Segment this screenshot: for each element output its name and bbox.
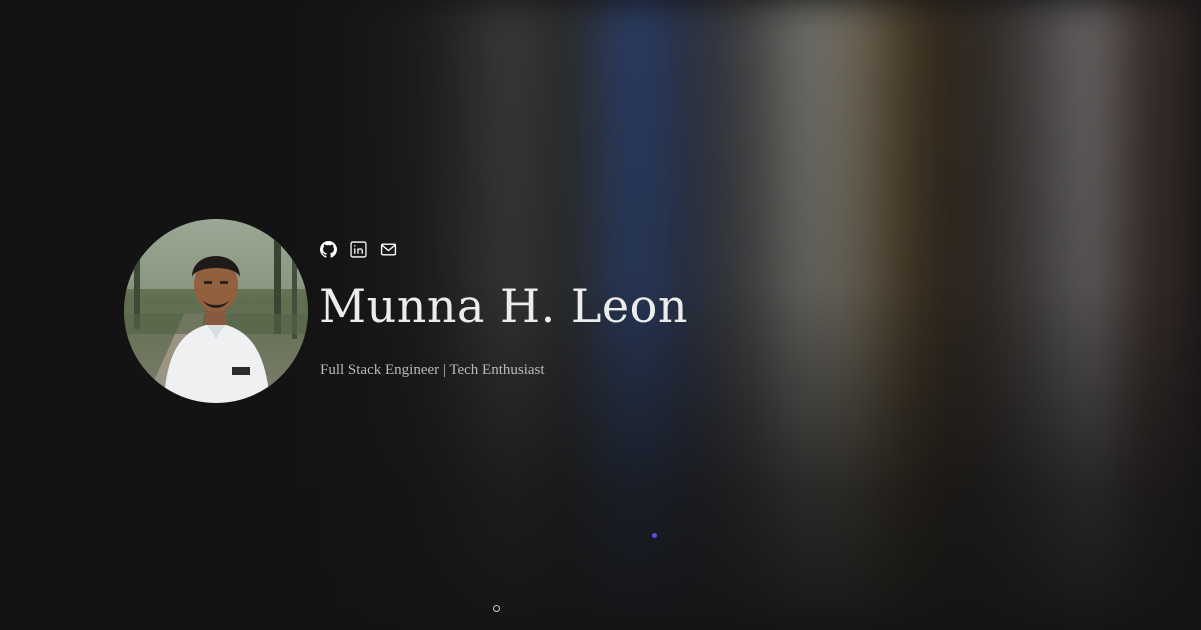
hero-section: Munna H. Leon Full Stack Engineer | Tech… (0, 0, 1201, 630)
github-link[interactable] (318, 240, 338, 262)
linkedin-icon (349, 240, 367, 262)
social-links (318, 240, 398, 262)
scroll-indicator[interactable] (493, 605, 500, 612)
mail-icon (380, 241, 397, 262)
email-link[interactable] (378, 241, 398, 261)
profile-photo (124, 219, 308, 403)
hero-tagline: Full Stack Engineer | Tech Enthusiast (320, 362, 545, 378)
github-icon (319, 240, 337, 262)
accent-dot (652, 533, 657, 538)
linkedin-link[interactable] (348, 240, 368, 262)
hero-name: Munna H. Leon (319, 279, 688, 333)
